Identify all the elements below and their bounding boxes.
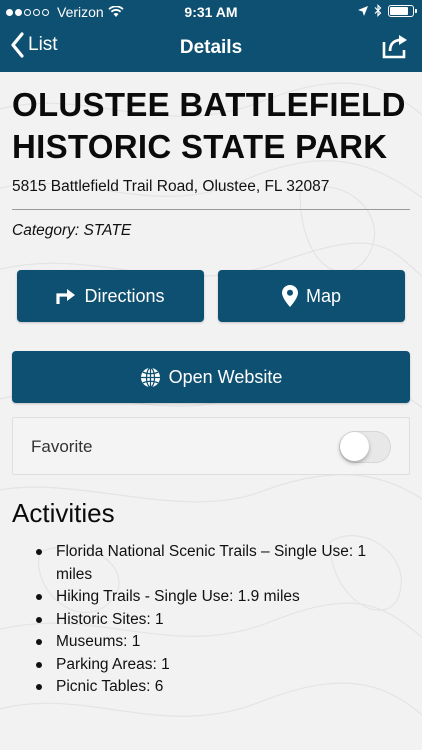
activity-text: Museums: 1 [56,633,141,650]
bullet [36,616,42,623]
map-button-label: Map [305,285,341,306]
app-header: Verizon 9:31 AM List Details [0,0,422,72]
directions-button-label: Directions [84,285,165,306]
activity-text: Historic Sites: 1 [56,610,164,628]
park-name-line-2: HISTORIC STATE PARK [12,128,388,165]
favorite-row: Favorite [12,417,410,475]
park-name-line-1: OLUSTEE BATTLEFIELD [12,86,406,123]
activity-item: Parking Areas: 1 [36,654,396,677]
map-button[interactable]: Map [218,270,405,322]
open-website-button-label: Open Website [168,366,283,387]
open-website-button[interactable]: Open Website [12,351,410,403]
share-button[interactable] [380,32,410,65]
activity-item: Picnic Tables: 6 [36,676,396,699]
activity-text: Parking Areas: 1 [56,655,170,673]
toggle-knob [340,432,369,461]
battery-icon [388,4,417,17]
activity-item: Historic Sites: 1 [36,609,396,632]
park-category: Category: STATE [12,222,132,239]
page-title: Details [179,37,243,58]
bullet [36,661,42,668]
park-address: 5815 Battlefield Trail Road, Olustee, FL… [12,178,330,195]
globe-icon [140,366,160,388]
status-bar: Verizon 9:31 AM [0,0,422,24]
activities-list: Florida National Scenic Trails – Single … [36,541,396,699]
bullet [36,639,42,645]
directions-button[interactable]: Directions [17,270,204,322]
park-name: OLUSTEE BATTLEFIELD HISTORIC STATE PARK [12,84,410,168]
bullet [36,549,42,555]
location-arrow-icon [358,5,368,16]
activity-item: Florida National Scenic Trails – Single … [36,541,396,586]
bluetooth-icon [374,4,382,17]
favorite-toggle[interactable] [339,431,391,463]
activities-heading: Activities [12,498,115,528]
map-pin-icon [281,285,298,307]
activity-text: Florida National Scenic Trails – Single … [56,543,367,583]
navigation-bar: List Details [0,26,422,70]
activity-text: Hiking Trails - Single Use: 1.9 miles [56,588,300,605]
activity-item: Hiking Trails - Single Use: 1.9 miles [36,586,396,609]
divider [12,209,410,210]
favorite-label: Favorite [31,437,93,456]
directions-arrow-icon [56,289,76,304]
share-icon [382,35,407,59]
bullet [36,684,42,690]
bullet [36,594,42,600]
activity-text: Picnic Tables: 6 [56,678,164,695]
activity-item: Museums: 1 [36,631,396,654]
